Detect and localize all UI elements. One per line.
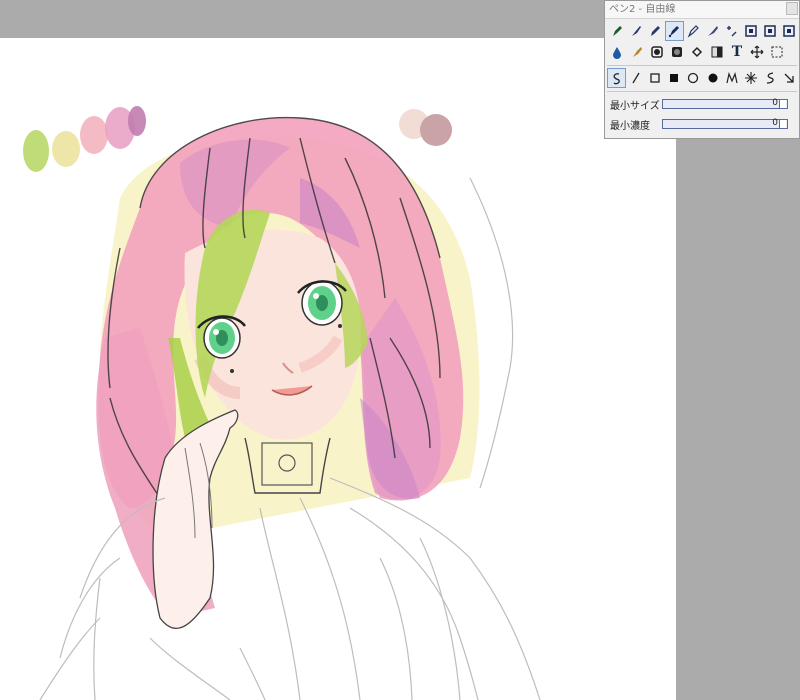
polyline-icon[interactable] [722, 68, 741, 88]
min-density-spin-icon[interactable] [779, 120, 786, 128]
color-swatch [52, 131, 80, 167]
min-size-label: 最小サイズ [610, 100, 660, 112]
line-icon[interactable] [626, 68, 645, 88]
rectangle-filled-icon[interactable] [665, 68, 684, 88]
panel-divider [607, 91, 797, 92]
brush-icon[interactable] [626, 21, 645, 41]
blur-icon[interactable] [722, 21, 741, 41]
smudge-icon[interactable] [627, 42, 647, 62]
color-swatch [23, 130, 49, 172]
star-burst-icon[interactable] [741, 68, 760, 88]
min-density-label: 最小濃度 [610, 120, 650, 132]
shape-tool-row [605, 68, 799, 89]
tool-row-2: T [605, 42, 799, 63]
panel-close-button[interactable] [786, 2, 798, 15]
pencil-icon[interactable] [645, 21, 664, 41]
droplet-icon[interactable] [607, 42, 627, 62]
color-swatch [128, 106, 146, 136]
panel-divider [607, 65, 797, 66]
text-icon[interactable]: T [727, 42, 747, 62]
fill-icon[interactable] [687, 42, 707, 62]
color-swatch [420, 114, 452, 146]
move-icon[interactable] [747, 42, 767, 62]
min-size-slider-row: 最小サイズ 0 [605, 94, 799, 114]
pen-icon[interactable] [607, 21, 626, 41]
min-density-value: 0 [772, 118, 778, 128]
min-size-spin-icon[interactable] [779, 100, 786, 108]
min-density-slider-row: 最小濃度 0 [605, 114, 799, 134]
min-density-slider[interactable]: 0 [662, 118, 788, 129]
panel-title-text: ペン2 - 自由線 [609, 4, 676, 15]
burn-icon[interactable] [667, 42, 687, 62]
panel-title[interactable]: ペン2 - 自由線 [605, 1, 799, 19]
color-swatch [80, 116, 108, 154]
marker-icon[interactable] [684, 21, 703, 41]
rectangle-outline-icon[interactable] [645, 68, 664, 88]
select-icon[interactable] [767, 42, 787, 62]
artwork-illustration [23, 106, 541, 700]
layer-square-icon[interactable] [780, 21, 799, 41]
tool-panel[interactable]: ペン2 - 自由線 T 最小サイズ 0 最小濃度 0 [604, 0, 800, 139]
layer-square-icon[interactable] [741, 21, 760, 41]
ellipse-outline-icon[interactable] [684, 68, 703, 88]
freehand-icon[interactable] [607, 68, 627, 88]
gradient-icon[interactable] [707, 42, 727, 62]
lasso-icon[interactable] [780, 68, 799, 88]
min-size-slider[interactable]: 0 [662, 98, 788, 109]
curve-icon[interactable] [761, 68, 780, 88]
min-size-value: 0 [772, 98, 778, 108]
tool-row-1 [605, 21, 799, 42]
airbrush-icon[interactable] [664, 21, 684, 41]
layer-square-icon[interactable] [761, 21, 780, 41]
ellipse-filled-icon[interactable] [703, 68, 722, 88]
drawing-canvas[interactable] [0, 38, 676, 700]
watercolor-icon[interactable] [703, 21, 722, 41]
dodge-icon[interactable] [647, 42, 667, 62]
